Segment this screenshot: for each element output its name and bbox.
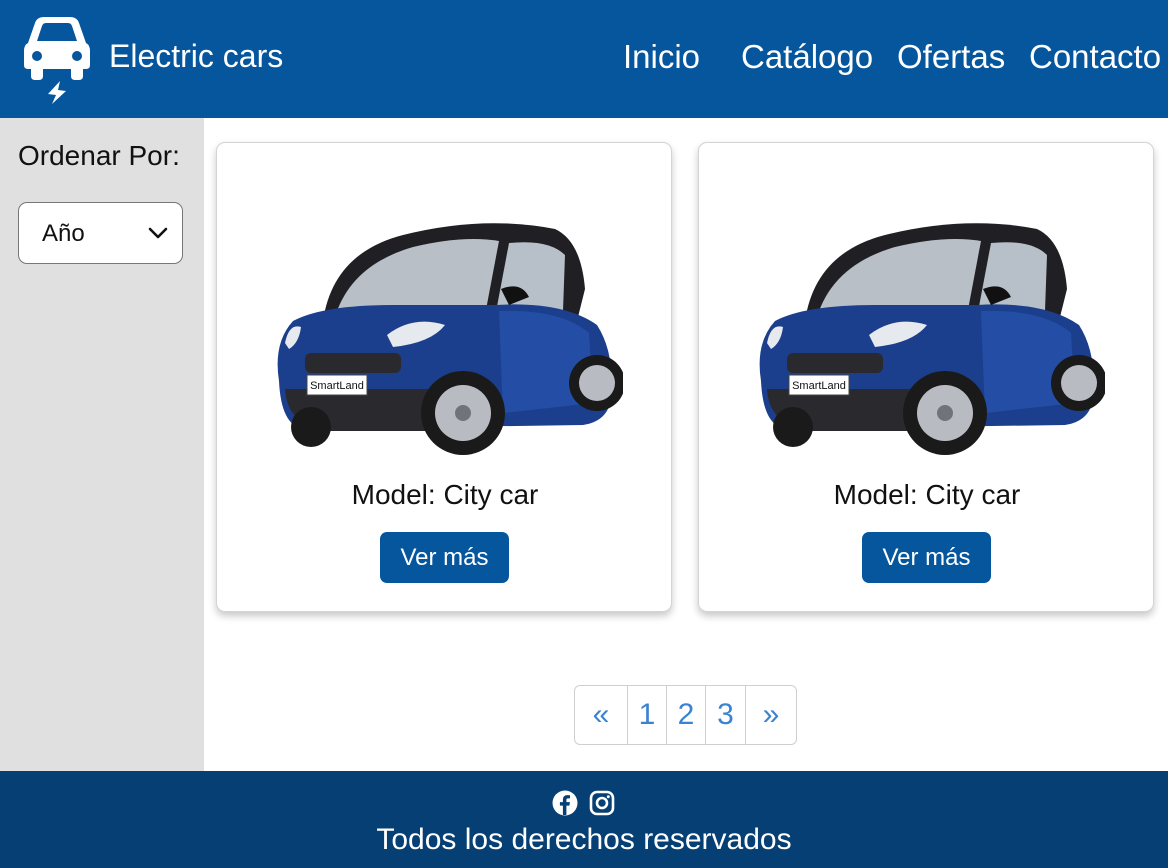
electric-car-logo-icon[interactable] — [22, 14, 92, 106]
brand-title[interactable]: Electric cars — [109, 38, 283, 75]
card-model-title: Model: City car — [833, 479, 1021, 510]
ver-mas-button[interactable]: Ver más — [862, 532, 991, 583]
nav-catalogo[interactable]: Catálogo — [741, 38, 873, 76]
copyright-text: Todos los derechos reservados — [376, 823, 792, 856]
nav-ofertas[interactable]: Ofertas — [897, 38, 1005, 76]
nav-inicio[interactable]: Inicio — [623, 38, 700, 76]
product-card: SmartLand Model: City car Ver más — [698, 142, 1154, 612]
pagination-page-3[interactable]: 3 — [706, 686, 746, 744]
sort-selected-value: Año — [42, 220, 85, 247]
sidebar: Ordenar Por: Año — [0, 118, 204, 771]
facebook-icon[interactable] — [552, 790, 578, 816]
pagination-prev[interactable]: « — [575, 686, 628, 744]
chevron-down-icon — [148, 227, 168, 239]
card-model-title: Model: City car — [351, 479, 539, 510]
site-header: Electric cars Inicio Catálogo Ofertas Co… — [0, 0, 1168, 118]
pagination-page-1[interactable]: 1 — [628, 686, 667, 744]
site-footer: Todos los derechos reservados — [0, 771, 1168, 868]
pagination: « 1 2 3 » — [574, 685, 797, 745]
sort-label: Ordenar Por: — [18, 140, 180, 171]
plate-text: SmartLand — [792, 380, 846, 392]
pagination-page-2[interactable]: 2 — [667, 686, 706, 744]
product-card: SmartLand Model: City car Ver más — [216, 142, 672, 612]
car-image: SmartLand — [759, 223, 1105, 455]
nav-contacto[interactable]: Contacto — [1029, 38, 1161, 76]
pagination-next[interactable]: » — [746, 686, 796, 744]
sort-select[interactable]: Año — [18, 202, 183, 264]
ver-mas-button[interactable]: Ver más — [380, 532, 509, 583]
car-image: SmartLand — [277, 223, 623, 455]
instagram-icon[interactable] — [589, 790, 615, 816]
plate-text: SmartLand — [310, 380, 364, 392]
